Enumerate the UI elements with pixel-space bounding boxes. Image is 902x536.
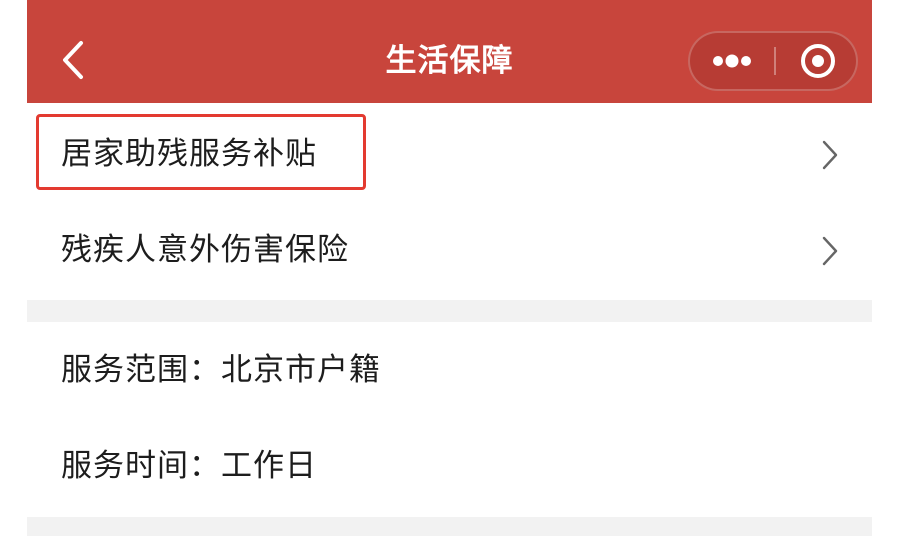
chevron-right-icon	[822, 236, 838, 266]
menu-item-label: 残疾人意外伤害保险	[61, 232, 349, 268]
menu-item-accident-insurance[interactable]: 残疾人意外伤害保险	[27, 203, 872, 300]
more-dots-icon	[713, 54, 751, 68]
nav-bar: 生活保障	[27, 0, 872, 103]
app-screen: 生活保障 居家助残服务补贴 残疾人意外伤害保险 服务范围：北京市户籍 服务时间：…	[0, 0, 902, 536]
service-scope-text: 服务范围：北京市户籍	[61, 352, 381, 388]
info-row-service-scope: 服务范围：北京市户籍	[27, 322, 872, 417]
chevron-right-icon	[822, 140, 838, 170]
target-circle-icon	[801, 44, 835, 78]
more-button[interactable]	[690, 33, 774, 89]
close-button[interactable]	[776, 33, 858, 89]
section-separator	[27, 300, 872, 322]
service-time-text: 服务时间：工作日	[61, 448, 317, 484]
info-row-service-time: 服务时间：工作日	[27, 417, 872, 517]
mini-program-capsule	[688, 31, 858, 91]
highlight-annotation-box	[36, 114, 366, 190]
section-separator	[27, 517, 872, 536]
